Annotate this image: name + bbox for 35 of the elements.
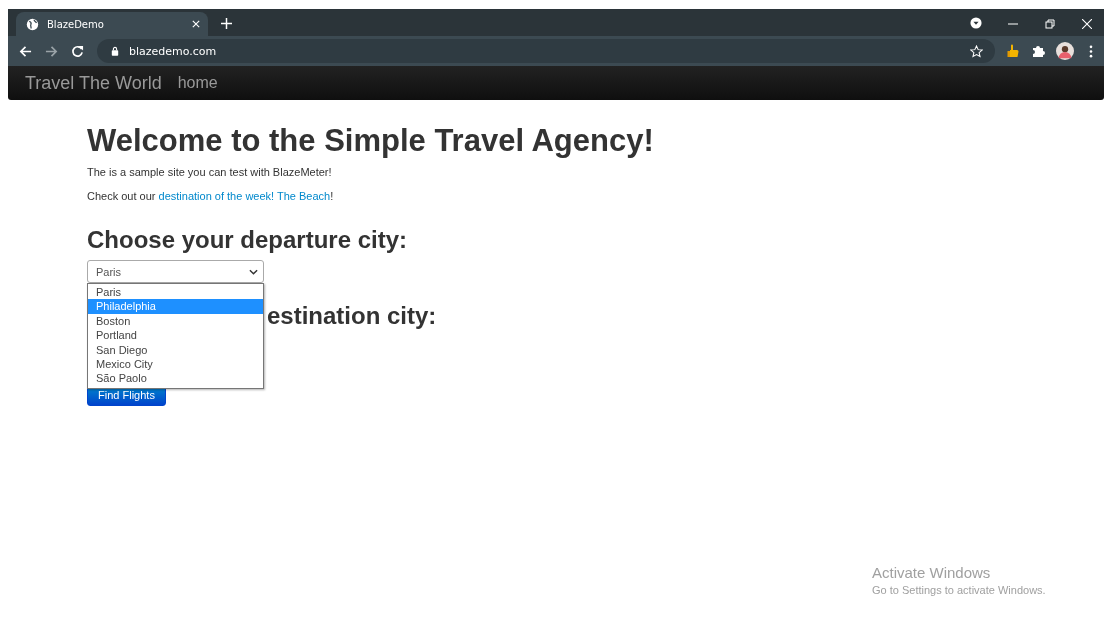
activation-notice-text: Go to Settings to activate Windows. <box>872 584 1046 596</box>
dropdown-option[interactable]: Paris <box>88 285 263 300</box>
back-icon[interactable] <box>19 44 32 58</box>
section-heading: estination city: <box>267 301 437 331</box>
new-tab-icon[interactable] <box>221 18 232 29</box>
tab-search-icon[interactable] <box>970 17 982 29</box>
promo-text: Check out our <box>87 190 157 202</box>
lock-icon <box>111 46 119 56</box>
activation-notice-title: Activate Windows <box>872 564 992 581</box>
brand-link[interactable]: Travel The World <box>25 72 162 94</box>
page-title: Welcome to the Simple Travel Agency! <box>87 122 655 160</box>
address-bar[interactable]: blazedemo.com <box>97 39 995 63</box>
departure-select[interactable]: Paris <box>87 260 264 283</box>
intro-text: The is a sample site you can test with BlazeMeter! <box>87 166 333 179</box>
nav-link[interactable]: home <box>177 74 218 91</box>
browser-tab[interactable]: BlazeDemo <box>16 12 208 36</box>
puzzle-icon[interactable] <box>1031 44 1045 58</box>
section-heading: Choose your departure city: <box>87 225 409 255</box>
reload-icon[interactable] <box>71 44 84 58</box>
avatar-icon[interactable] <box>1056 42 1074 60</box>
close-icon[interactable] <box>192 20 200 28</box>
chevron-icon <box>249 268 258 275</box>
thumbs-up-icon[interactable] <box>1006 44 1020 58</box>
globe-icon <box>26 17 39 31</box>
promo-text: ! <box>330 190 334 202</box>
dropdown-option[interactable]: Mexico City <box>88 357 263 372</box>
bookmark-star-icon[interactable] <box>970 44 983 58</box>
forward-icon[interactable] <box>45 44 58 58</box>
dropdown-option[interactable]: Boston <box>88 313 263 329</box>
restore-icon[interactable] <box>1045 19 1055 29</box>
close-icon[interactable] <box>1082 19 1092 29</box>
dropdown-option[interactable]: San Diego <box>88 342 263 358</box>
menu-icon[interactable] <box>1089 44 1093 58</box>
dropdown-option[interactable]: Portland <box>88 328 263 343</box>
dropdown-option[interactable]: São Paolo <box>88 371 263 386</box>
